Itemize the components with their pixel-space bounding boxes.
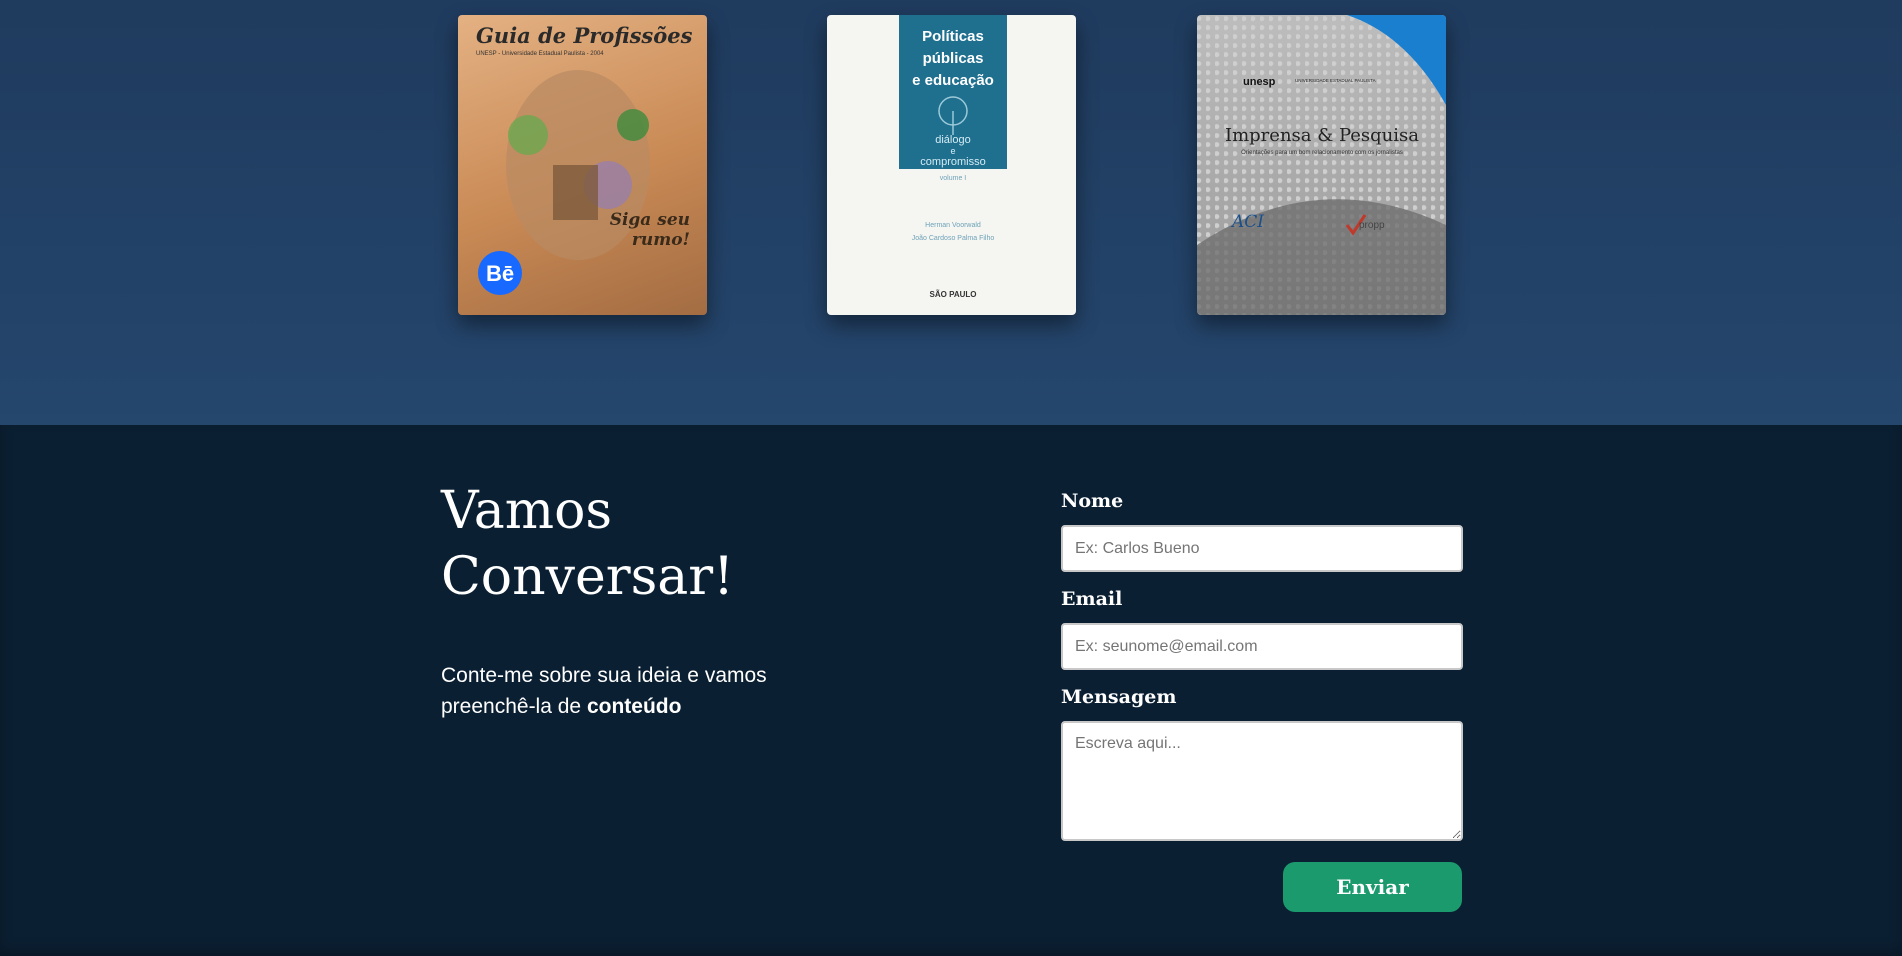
book-cover-guia-de-profissoes[interactable]: Guia de Profissões UNESP - Universidade …	[458, 15, 707, 315]
brand-full-name: UNIVERSIDADE ESTADUAL PAULISTA	[1295, 78, 1376, 83]
contact-intro: Conte-me sobre sua ideia e vamos preench…	[441, 660, 861, 722]
intro-emphasis: conteúdo	[586, 695, 682, 718]
book-tagline-2: rumo!	[632, 230, 690, 250]
politicas-cover-art: Políticas públicas e educação diálogo e …	[899, 15, 1007, 299]
imprensa-cover-art: unesp UNIVERSIDADE ESTADUAL PAULISTA Imp…	[1197, 15, 1446, 315]
book-subtitle: Orientações para um bom relacionamento c…	[1241, 150, 1403, 156]
book-volume: volume I	[940, 175, 967, 182]
book-tagline-1: Siga seu	[610, 210, 690, 230]
portfolio-section: Guia de Profissões UNESP - Universidade …	[0, 0, 1902, 425]
book-title-line-1: Políticas	[922, 28, 984, 45]
book-title-line-2: públicas	[923, 50, 984, 67]
heading-line-2: Conversar!	[441, 547, 735, 607]
guia-cover-art: Guia de Profissões UNESP - Universidade …	[476, 23, 693, 295]
behance-label: Bē	[486, 261, 514, 286]
name-input[interactable]	[1061, 525, 1463, 572]
email-label: Email	[1061, 588, 1123, 610]
publisher-logo: SÃO PAULO	[930, 290, 977, 299]
brand-logo: unesp	[1243, 76, 1276, 88]
aci-logo: ACI	[1230, 212, 1264, 232]
book-author-1: Herman Voorwald	[925, 222, 981, 229]
send-button[interactable]: Enviar	[1283, 862, 1462, 912]
book-subtitle-3: compromisso	[920, 156, 985, 168]
heading-line-1: Vamos	[441, 481, 613, 541]
propp-logo: propp	[1359, 220, 1385, 231]
book-subtitle-1: diálogo	[935, 134, 970, 146]
contact-heading: Vamos Conversar!	[441, 478, 734, 610]
email-input[interactable]	[1061, 623, 1463, 670]
book-author-2: João Cardoso Palma Filho	[912, 235, 995, 242]
book-subtitle: UNESP - Universidade Estadual Paulista -…	[476, 51, 604, 57]
book-cover-politicas-publicas[interactable]: Políticas públicas e educação diálogo e …	[827, 15, 1076, 315]
book-title: Imprensa & Pesquisa	[1225, 125, 1419, 146]
book-title: Guia de Profissões	[476, 23, 693, 48]
message-textarea[interactable]	[1061, 721, 1463, 841]
book-cover-imprensa-pesquisa[interactable]: unesp UNIVERSIDADE ESTADUAL PAULISTA Imp…	[1197, 15, 1446, 315]
book-title-line-3: e educação	[912, 72, 994, 89]
name-label: Nome	[1061, 490, 1124, 512]
book-subtitle-2: e	[950, 146, 955, 156]
contact-section	[0, 425, 1902, 956]
message-label: Mensagem	[1061, 686, 1177, 708]
